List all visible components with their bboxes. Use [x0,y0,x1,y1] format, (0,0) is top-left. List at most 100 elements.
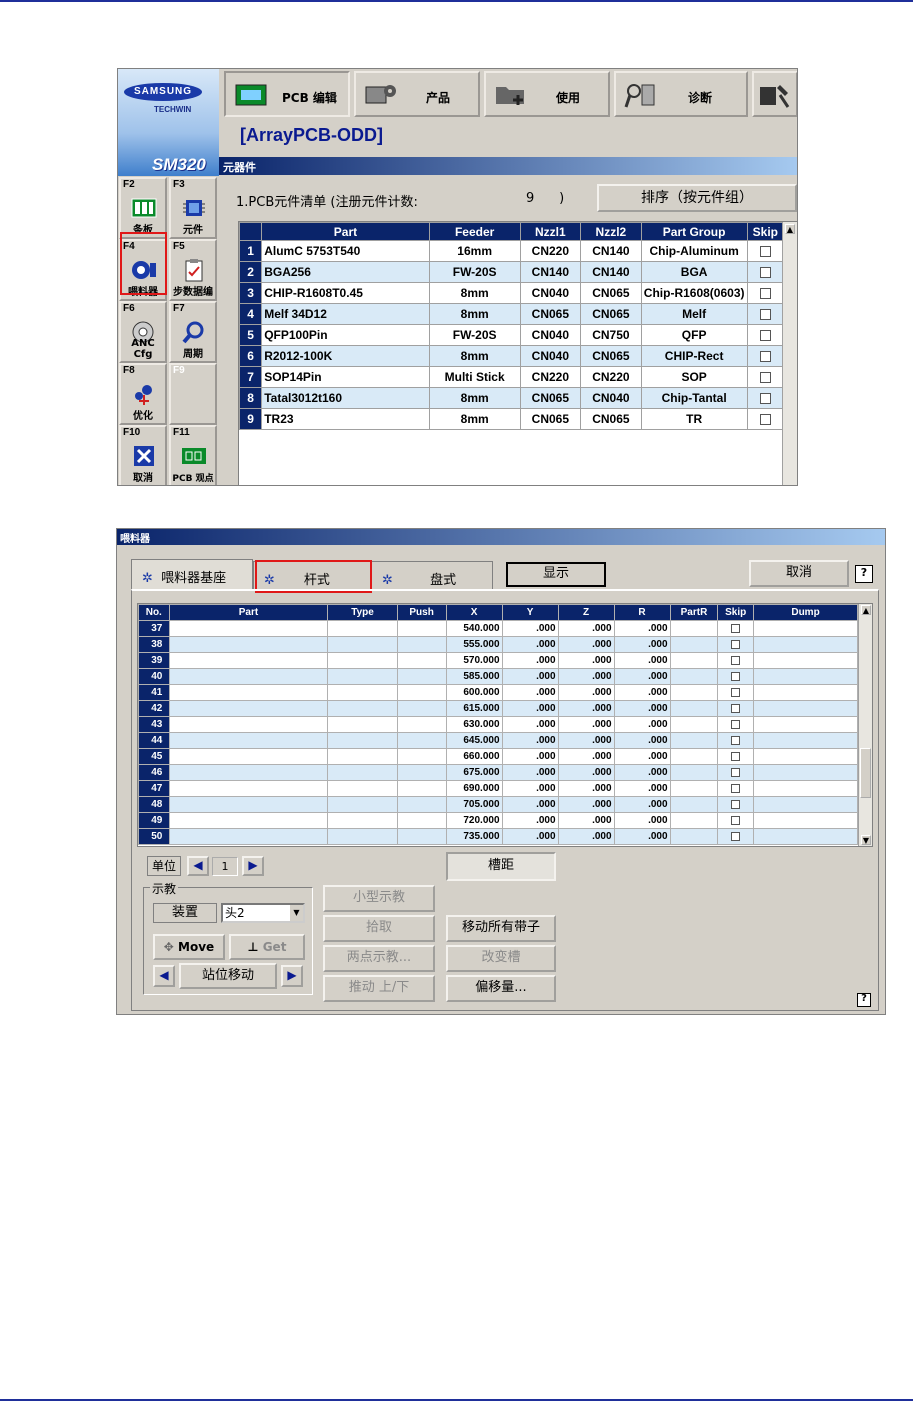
table-row[interactable]: 47 690.000.000.000.000 [138,780,858,797]
skip-checkbox[interactable] [731,799,741,809]
push-updown-button[interactable]: 推动 上/下 [323,975,435,1002]
scroll-down-icon[interactable]: ▼ [861,835,871,845]
station-prev-icon[interactable]: ◀ [153,965,175,987]
table-row[interactable]: 43 630.000.000.000.000 [138,716,858,733]
skip-checkbox[interactable] [731,639,741,649]
skip-checkbox[interactable] [759,351,771,363]
cancel-button[interactable]: 取消 [749,560,849,587]
fkey-f2[interactable]: F2 条板 [119,177,167,239]
table-row[interactable]: 50 735.000.000.000.000 [138,828,858,845]
table-row[interactable]: 3 CHIP-R1608T0.45 8mm CN040 CN065 Chip-R1608(… [238,282,785,304]
help-button-bottom[interactable]: ? [857,993,871,1007]
skip-checkbox[interactable] [731,655,741,665]
sort-button[interactable]: 排序（按元件组） [597,184,797,212]
scroll-up-icon[interactable]: ▲ [861,605,871,615]
row-number: 8 [238,387,263,409]
scroll-up-icon[interactable]: ▲ [785,224,795,234]
cell-z: .000 [557,716,615,733]
table-row[interactable]: 39 570.000.000.000.000 [138,652,858,669]
table-row[interactable]: 48 705.000.000.000.000 [138,796,858,813]
cell-z: .000 [557,684,615,701]
table-row[interactable]: 8 Tatal3012t160 8mm CN065 CN040 Chip-Tantal [238,387,785,409]
skip-checkbox[interactable] [759,330,771,342]
arrow-left-icon[interactable]: ◀ [187,856,209,876]
table-row[interactable]: 5 QFP100Pin FW-20S CN040 CN750 QFP [238,324,785,346]
two-point-teach-button[interactable]: 两点示教... [323,945,435,972]
fkey-f5[interactable]: F5 步数据编 [169,239,217,301]
pickup-button[interactable]: 拾取 [323,915,435,942]
skip-checkbox[interactable] [731,751,741,761]
fkey-f11[interactable]: F11 PCB 观点 [169,425,217,485]
skip-checkbox[interactable] [731,831,741,841]
table-row[interactable]: 40 585.000.000.000.000 [138,668,858,685]
table-row[interactable]: 9 TR23 8mm CN065 CN065 TR [238,408,785,430]
table-row[interactable]: 44 645.000.000.000.000 [138,732,858,749]
skip-checkbox[interactable] [759,246,771,258]
skip-checkbox[interactable] [731,623,741,633]
small-teach-button[interactable]: 小型示教 [323,885,435,912]
get-button[interactable]: ⊥ Get [229,934,305,960]
fkey-f3[interactable]: F3 元件 [169,177,217,239]
vertical-scrollbar[interactable]: ▲ [782,222,797,485]
table-row[interactable]: 45 660.000.000.000.000 [138,748,858,765]
table-row[interactable]: 4 Melf 34D12 8mm CN065 CN065 Melf [238,303,785,325]
toolbar-tools[interactable] [752,71,797,117]
skip-checkbox[interactable] [759,288,771,300]
fkey-f7[interactable]: F7 周期 [169,301,217,363]
table-row[interactable]: 49 720.000.000.000.000 [138,812,858,829]
cell-partr [669,684,719,701]
skip-checkbox[interactable] [759,309,771,321]
skip-checkbox[interactable] [759,414,771,426]
device-select[interactable]: 头2 ▼ [221,903,305,923]
move-button[interactable]: ✥ Move [153,934,225,960]
table-row[interactable]: 42 615.000.000.000.000 [138,700,858,717]
toolbar-diagnose[interactable]: 诊断 [614,71,748,117]
cell-y: .000 [501,684,559,701]
tab-feeder-base[interactable]: ✲ 喂料器基座 [131,559,253,591]
skip-checkbox[interactable] [731,815,741,825]
table-row[interactable]: 7 SOP14Pin Multi Stick CN220 CN220 SOP [238,366,785,388]
cell-part: SOP14Pin [261,366,430,388]
skip-checkbox[interactable] [759,267,771,279]
vertical-scrollbar[interactable]: ▲ ▼ [858,604,872,846]
toolbar-pcb-edit[interactable]: PCB 编辑 [224,71,350,117]
skip-checkbox[interactable] [759,393,771,405]
fkey-code: F6 [123,303,135,314]
table-row[interactable]: 41 600.000.000.000.000 [138,684,858,701]
count-value: 9 [526,191,535,206]
arrow-right-icon[interactable]: ▶ [242,856,264,876]
skip-checkbox[interactable] [731,671,741,681]
display-button[interactable]: 显示 [506,562,606,587]
move-all-tapes-button[interactable]: 移动所有带子 [446,915,556,942]
table-row[interactable]: 37 540.000.000.000.000 [138,620,858,637]
offset-button[interactable]: 偏移量... [446,975,556,1002]
toolbar-use[interactable]: 使用 [484,71,610,117]
help-button[interactable]: ? [855,565,873,583]
scroll-thumb[interactable] [860,748,871,798]
fkey-f6[interactable]: F6 ANC Cfg [119,301,167,363]
chevron-down-icon[interactable]: ▼ [290,905,303,921]
toolbar-product[interactable]: 产品 [354,71,480,117]
station-move-button[interactable]: 站位移动 [179,963,277,989]
fkey-f8[interactable]: F8 优化 [119,363,167,425]
change-slot-button[interactable]: 改变槽 [446,945,556,972]
pitch-button[interactable]: 槽距 [446,852,556,881]
table-row[interactable]: 2 BGA256 FW-20S CN140 CN140 BGA [238,261,785,283]
skip-checkbox[interactable] [731,703,741,713]
tab-tray[interactable]: ✲ 盘式 [371,561,493,591]
table-row[interactable]: 1 AlumC 5753T540 16mm CN220 CN140 Chip-Alumin… [238,240,785,262]
skip-checkbox[interactable] [731,687,741,697]
skip-checkbox[interactable] [731,719,741,729]
skip-checkbox[interactable] [731,767,741,777]
cell-skip [717,716,755,733]
table-row[interactable]: 38 555.000.000.000.000 [138,636,858,653]
fkey-f9[interactable]: F9 [169,363,217,425]
skip-checkbox[interactable] [731,735,741,745]
station-next-icon[interactable]: ▶ [281,965,303,987]
table-row[interactable]: 46 675.000.000.000.000 [138,764,858,781]
fkey-f10[interactable]: F10 取消 [119,425,167,485]
skip-checkbox[interactable] [759,372,771,384]
table-row[interactable]: 6 R2012-100K 8mm CN040 CN065 CHIP-Rect [238,345,785,367]
skip-checkbox[interactable] [731,783,741,793]
cell-y: .000 [501,652,559,669]
